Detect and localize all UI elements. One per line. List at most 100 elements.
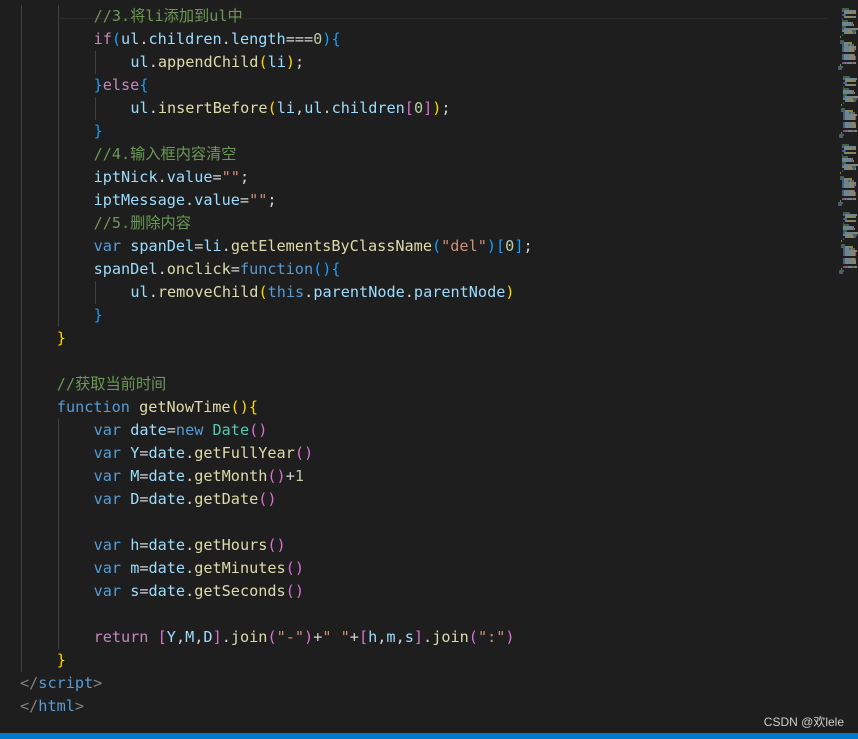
code-line[interactable]: //5.删除内容 <box>94 212 191 235</box>
minimap-token <box>841 68 842 70</box>
code-line[interactable]: if(ul.children.length===0){ <box>94 28 341 51</box>
code-token: = <box>139 466 149 485</box>
code-line[interactable]: var Y=date.getFullYear() <box>94 442 314 465</box>
indent-guide <box>21 4 22 672</box>
minimap-token <box>843 238 844 240</box>
code-token: getFullYear <box>194 443 295 462</box>
code-token: } <box>93 121 103 140</box>
code-token: "-" <box>276 627 305 646</box>
code-line[interactable]: } <box>57 649 66 672</box>
code-token: if <box>93 29 112 48</box>
code-line[interactable]: } <box>57 327 66 350</box>
code-token: . <box>185 443 195 462</box>
code-line[interactable]: var h=date.getHours() <box>94 534 286 557</box>
minimap-token <box>841 104 842 106</box>
code-line[interactable]: } <box>94 120 103 143</box>
code-token: s <box>130 581 140 600</box>
minimap-token <box>843 102 844 104</box>
code-token: { <box>139 75 149 94</box>
code-token: [ <box>496 236 506 255</box>
minimap[interactable] <box>828 0 858 733</box>
code-line[interactable]: //获取当前时间 <box>57 373 166 396</box>
watermark: CSDN @欢lele <box>763 715 844 729</box>
code-token: getHours <box>194 535 268 554</box>
code-token: getMinutes <box>194 558 286 577</box>
code-token: D <box>130 489 140 508</box>
code-line[interactable]: var spanDel=li.getElementsByClassName("d… <box>94 235 533 258</box>
minimap-token <box>855 220 856 222</box>
code-editor[interactable]: //3.将li添加到ul中 if(ul.children.length===0){… <box>0 0 828 733</box>
code-token: children <box>148 29 222 48</box>
code-line[interactable]: var s=date.getSeconds() <box>94 580 304 603</box>
code-token: . <box>304 282 314 301</box>
code-token: () <box>230 397 249 416</box>
code-line[interactable]: </script> <box>20 672 102 695</box>
minimap-token <box>855 48 856 50</box>
code-token: > <box>74 696 85 715</box>
code-token: { <box>331 259 341 278</box>
minimap-token <box>851 262 856 264</box>
minimap-token <box>855 254 856 256</box>
code-line[interactable]: function getNowTime(){ <box>57 396 258 419</box>
code-line[interactable]: //4.输入框内容清空 <box>94 143 237 166</box>
code-line[interactable]: iptNick.value=""; <box>94 166 250 189</box>
code-token: = <box>139 535 149 554</box>
code-token: ) <box>304 627 314 646</box>
code-token: = <box>139 558 149 577</box>
code-token: var <box>93 466 122 485</box>
code-line[interactable]: var date=new Date() <box>94 419 268 442</box>
code-line[interactable]: ul.removeChild(this.parentNode.parentNod… <box>130 281 514 304</box>
code-token: spanDel <box>130 236 195 255</box>
code-token: === <box>285 29 314 48</box>
minimap-token <box>841 204 842 206</box>
code-token: spanDel <box>93 259 158 278</box>
code-token: ( <box>431 236 442 255</box>
code-token: , <box>295 98 305 117</box>
code-line[interactable]: </html> <box>20 695 84 718</box>
code-token: ] <box>423 98 433 117</box>
code-line[interactable]: var D=date.getDate() <box>94 488 277 511</box>
code-token: this <box>267 282 305 301</box>
code-token: = <box>194 236 204 255</box>
code-line[interactable]: } <box>94 304 103 327</box>
code-token: insertBefore <box>157 98 268 117</box>
code-line[interactable]: }else{ <box>94 74 149 97</box>
code-token: [ <box>358 627 369 646</box>
code-token: date <box>148 489 186 508</box>
code-token: ul <box>121 29 140 48</box>
code-token: date <box>130 420 167 439</box>
code-token: ( <box>258 282 268 301</box>
code-token: () <box>285 558 304 577</box>
code-token: ; <box>441 98 451 117</box>
code-token: //5.删除内容 <box>93 213 191 232</box>
code-token: var <box>93 236 122 255</box>
minimap-token <box>840 172 841 174</box>
code-token: return <box>93 627 149 646</box>
code-token: ( <box>468 627 478 646</box>
code-line[interactable]: return [Y,M,D].join("-")+" "+[h,m,s].joi… <box>94 626 515 649</box>
code-token: ul <box>130 52 149 71</box>
code-token: + <box>349 627 359 646</box>
code-token: ] <box>212 627 222 646</box>
code-token: getDate <box>194 489 259 508</box>
code-token: //获取当前时间 <box>56 374 167 393</box>
code-token: </ <box>20 673 39 692</box>
code-token: getNowTime <box>139 397 231 416</box>
code-token: . <box>322 98 332 117</box>
code-line[interactable]: iptMessage.value=""; <box>94 189 277 212</box>
code-line[interactable]: var m=date.getMinutes() <box>94 557 304 580</box>
code-token: var <box>93 443 122 462</box>
code-token: . <box>185 581 195 600</box>
code-line[interactable]: ul.appendChild(li); <box>130 51 304 74</box>
code-line[interactable]: spanDel.onclick=function(){ <box>94 258 341 281</box>
code-line[interactable]: var M=date.getMonth()+1 <box>94 465 304 488</box>
code-line[interactable]: ul.insertBefore(li,ul.children[0]); <box>130 97 450 120</box>
code-token: ul <box>130 98 149 117</box>
code-line[interactable]: //3.将li添加到ul中 <box>94 5 243 28</box>
code-token: , <box>175 627 186 646</box>
code-token: parentNode <box>413 282 506 301</box>
